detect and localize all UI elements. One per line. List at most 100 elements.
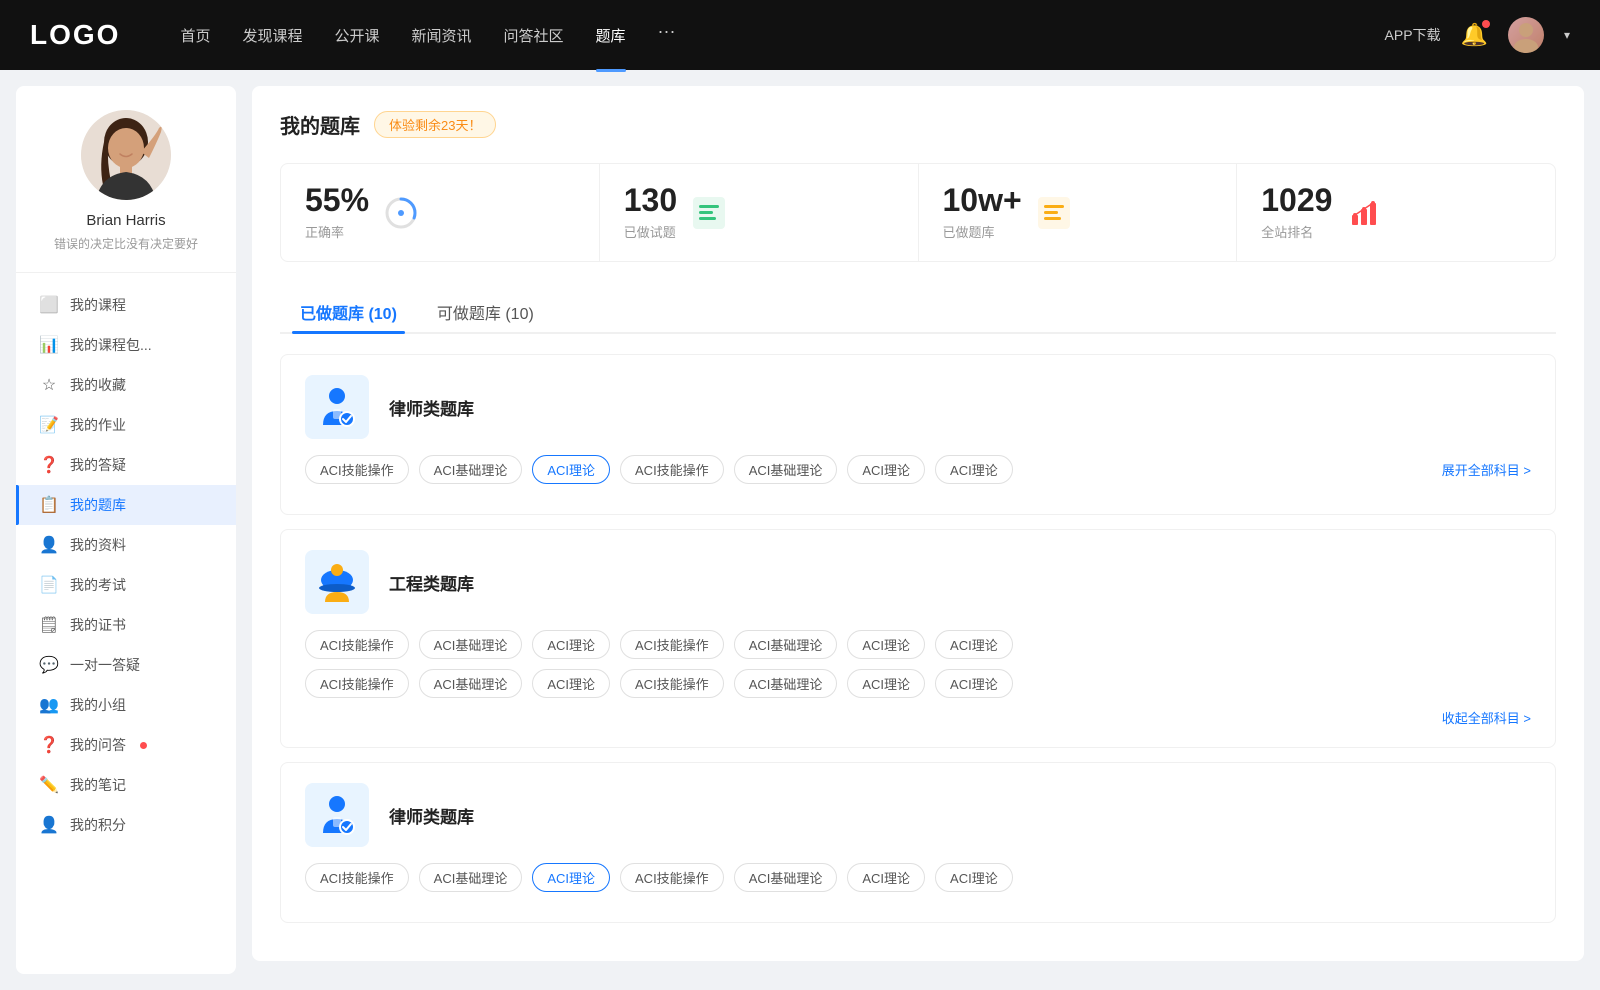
stats-row: 55% 正确率 130 已做试题 [280, 163, 1556, 262]
notes-icon: ✏️ [40, 776, 58, 794]
sidebar-item-label: 一对一答疑 [70, 655, 140, 675]
stat-done-banks-info: 10w+ 已做题库 [943, 184, 1022, 241]
nav-items: 首页 发现课程 公开课 新闻资讯 问答社区 题库 ··· [180, 21, 1344, 50]
nav-item-home[interactable]: 首页 [180, 21, 210, 50]
tag-1-5[interactable]: ACI基础理论 [734, 455, 838, 484]
tag-3-4[interactable]: ACI技能操作 [620, 863, 724, 892]
homework-icon: 📝 [40, 416, 58, 434]
sidebar-item-my-qa[interactable]: ❓ 我的问答 [16, 725, 236, 765]
tag-3-2[interactable]: ACI基础理论 [419, 863, 523, 892]
tag-1-3[interactable]: ACI理论 [532, 455, 610, 484]
tag-3-5[interactable]: ACI基础理论 [734, 863, 838, 892]
course-packages-icon: 📊 [40, 336, 58, 354]
sidebar-item-label: 我的课程包... [70, 335, 152, 355]
sidebar-item-exams[interactable]: 📄 我的考试 [16, 565, 236, 605]
tag-1-4[interactable]: ACI技能操作 [620, 455, 724, 484]
nav-more-icon[interactable]: ··· [658, 21, 676, 50]
tag-1-6[interactable]: ACI理论 [847, 455, 925, 484]
nav-item-questions[interactable]: 题库 [596, 21, 626, 50]
sidebar-item-label: 我的小组 [70, 695, 126, 715]
stat-rank-label: 全站排名 [1261, 222, 1332, 241]
sidebar-item-label: 我的课程 [70, 295, 126, 315]
nav-app-download[interactable]: APP下载 [1385, 25, 1441, 45]
sidebar-item-question-bank[interactable]: 📋 我的题库 [16, 485, 236, 525]
sidebar-item-one-on-one[interactable]: 💬 一对一答疑 [16, 645, 236, 685]
tag-2-5[interactable]: ACI基础理论 [734, 630, 838, 659]
nav-item-qa[interactable]: 问答社区 [504, 21, 564, 50]
navbar: LOGO 首页 发现课程 公开课 新闻资讯 问答社区 题库 ··· APP下载 … [0, 0, 1600, 70]
stat-accuracy-info: 55% 正确率 [305, 184, 369, 241]
favorites-icon: ☆ [40, 376, 58, 394]
tag-2-2[interactable]: ACI基础理论 [419, 630, 523, 659]
bank-list: 律师类题库 ACI技能操作 ACI基础理论 ACI理论 ACI技能操作 ACI基… [280, 354, 1556, 937]
bank-tags-row-1: ACI技能操作 ACI基础理论 ACI理论 ACI技能操作 ACI基础理论 AC… [305, 455, 1531, 484]
trial-badge: 体验剩余23天！ [374, 111, 496, 138]
stat-accuracy-label: 正确率 [305, 222, 369, 241]
sidebar-item-groups[interactable]: 👥 我的小组 [16, 685, 236, 725]
tag-1-7[interactable]: ACI理论 [935, 455, 1013, 484]
collapse-link[interactable]: 收起全部科目 > [305, 708, 1531, 727]
tag-2-11[interactable]: ACI技能操作 [620, 669, 724, 698]
sidebar: Brian Harris 错误的决定比没有决定要好 ⬜ 我的课程 📊 我的课程包… [16, 86, 236, 974]
tag-3-6[interactable]: ACI理论 [847, 863, 925, 892]
user-name: Brian Harris [86, 212, 165, 229]
sidebar-item-certificates[interactable]: 🗒 我的证书 [16, 605, 236, 645]
tag-2-1[interactable]: ACI技能操作 [305, 630, 409, 659]
sidebar-item-label: 我的题库 [70, 495, 126, 515]
question-bank-icon: 📋 [40, 496, 58, 514]
bank-item-lawyer-2: 律师类题库 ACI技能操作 ACI基础理论 ACI理论 ACI技能操作 ACI基… [280, 762, 1556, 923]
stat-done-questions-value: 130 [624, 184, 677, 216]
nav-dropdown-icon[interactable]: ▾ [1564, 28, 1570, 42]
tab-done-banks[interactable]: 已做题库 (10) [280, 290, 417, 334]
layout: Brian Harris 错误的决定比没有决定要好 ⬜ 我的课程 📊 我的课程包… [0, 70, 1600, 990]
sidebar-item-favorites[interactable]: ☆ 我的收藏 [16, 365, 236, 405]
stat-done-banks: 10w+ 已做题库 [919, 164, 1238, 261]
sidebar-item-course-packages[interactable]: 📊 我的课程包... [16, 325, 236, 365]
sidebar-item-label: 我的资料 [70, 535, 126, 555]
sidebar-item-questions[interactable]: ❓ 我的答疑 [16, 445, 236, 485]
sidebar-item-label: 我的笔记 [70, 775, 126, 795]
tag-3-3[interactable]: ACI理论 [532, 863, 610, 892]
tag-2-9[interactable]: ACI基础理论 [419, 669, 523, 698]
tag-2-12[interactable]: ACI基础理论 [734, 669, 838, 698]
one-on-one-icon: 💬 [40, 656, 58, 674]
sidebar-item-label: 我的收藏 [70, 375, 126, 395]
nav-item-courses[interactable]: 发现课程 [242, 21, 302, 50]
tag-3-7[interactable]: ACI理论 [935, 863, 1013, 892]
sidebar-item-points[interactable]: 👤 我的积分 [16, 805, 236, 845]
tag-2-7[interactable]: ACI理论 [935, 630, 1013, 659]
expand-link-1[interactable]: 展开全部科目 > [1442, 460, 1531, 479]
nav-item-open[interactable]: 公开课 [334, 21, 379, 50]
certificates-icon: 🗒 [40, 616, 58, 634]
nav-avatar[interactable] [1508, 17, 1544, 53]
nav-item-news[interactable]: 新闻资讯 [412, 21, 472, 50]
sidebar-item-materials[interactable]: 👤 我的资料 [16, 525, 236, 565]
bank-lawyer-icon-1 [305, 375, 369, 439]
stat-rank: 1029 全站排名 [1237, 164, 1555, 261]
sidebar-item-label: 我的答疑 [70, 455, 126, 475]
bank-engineer-icon [305, 550, 369, 614]
sidebar-item-my-courses[interactable]: ⬜ 我的课程 [16, 285, 236, 325]
tag-2-6[interactable]: ACI理论 [847, 630, 925, 659]
bank-item-header-2: 工程类题库 [305, 550, 1531, 614]
sidebar-menu: ⬜ 我的课程 📊 我的课程包... ☆ 我的收藏 📝 我的作业 ❓ 我的答疑 📋 [16, 273, 236, 857]
tab-available-banks[interactable]: 可做题库 (10) [417, 290, 554, 334]
tag-2-4[interactable]: ACI技能操作 [620, 630, 724, 659]
sidebar-item-label: 我的问答 [70, 735, 126, 755]
tag-2-13[interactable]: ACI理论 [847, 669, 925, 698]
tag-2-14[interactable]: ACI理论 [935, 669, 1013, 698]
tag-3-1[interactable]: ACI技能操作 [305, 863, 409, 892]
tag-1-2[interactable]: ACI基础理论 [419, 455, 523, 484]
tag-2-10[interactable]: ACI理论 [532, 669, 610, 698]
sidebar-item-homework[interactable]: 📝 我的作业 [16, 405, 236, 445]
page-header: 我的题库 体验剩余23天！ [280, 110, 1556, 139]
sidebar-item-notes[interactable]: ✏️ 我的笔记 [16, 765, 236, 805]
nav-right: APP下载 🔔 ▾ [1385, 17, 1570, 53]
tag-2-8[interactable]: ACI技能操作 [305, 669, 409, 698]
tag-2-3[interactable]: ACI理论 [532, 630, 610, 659]
nav-bell-button[interactable]: 🔔 [1461, 22, 1488, 48]
nav-logo[interactable]: LOGO [30, 19, 120, 51]
main-card: 我的题库 体验剩余23天！ 55% 正确率 [252, 86, 1584, 961]
tag-1-1[interactable]: ACI技能操作 [305, 455, 409, 484]
bank-item-header: 律师类题库 [305, 375, 1531, 439]
